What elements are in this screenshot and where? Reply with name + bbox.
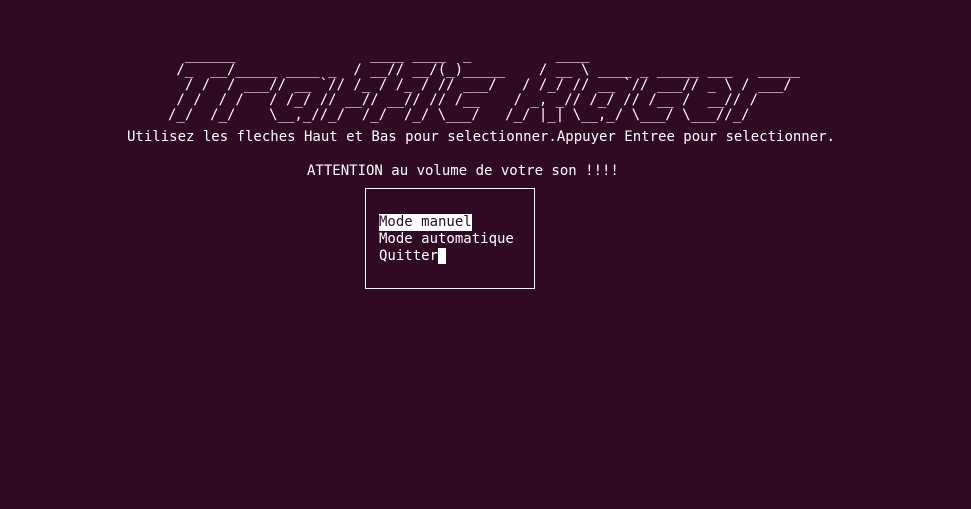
menu-box: Mode manuel Mode automatique Quitter xyxy=(365,188,535,289)
terminal-window: ______ ____ ____ _ ____ /_ __/_____ ____… xyxy=(0,0,971,509)
instructions-text: Utilisez les fleches Haut et Bas pour se… xyxy=(127,129,836,145)
text-cursor xyxy=(438,248,447,264)
menu-item-mode-manuel[interactable]: Mode manuel xyxy=(379,214,472,231)
menu-item-quitter[interactable]: Quitter xyxy=(379,248,447,265)
volume-warning: ATTENTION au volume de votre son !!!! xyxy=(307,163,619,179)
menu-item-mode-automatique[interactable]: Mode automatique xyxy=(379,231,514,248)
ascii-art-banner: ______ ____ ____ _ ____ /_ __/_____ ____… xyxy=(168,47,801,123)
menu-item-quitter-label: Quitter xyxy=(379,248,439,264)
